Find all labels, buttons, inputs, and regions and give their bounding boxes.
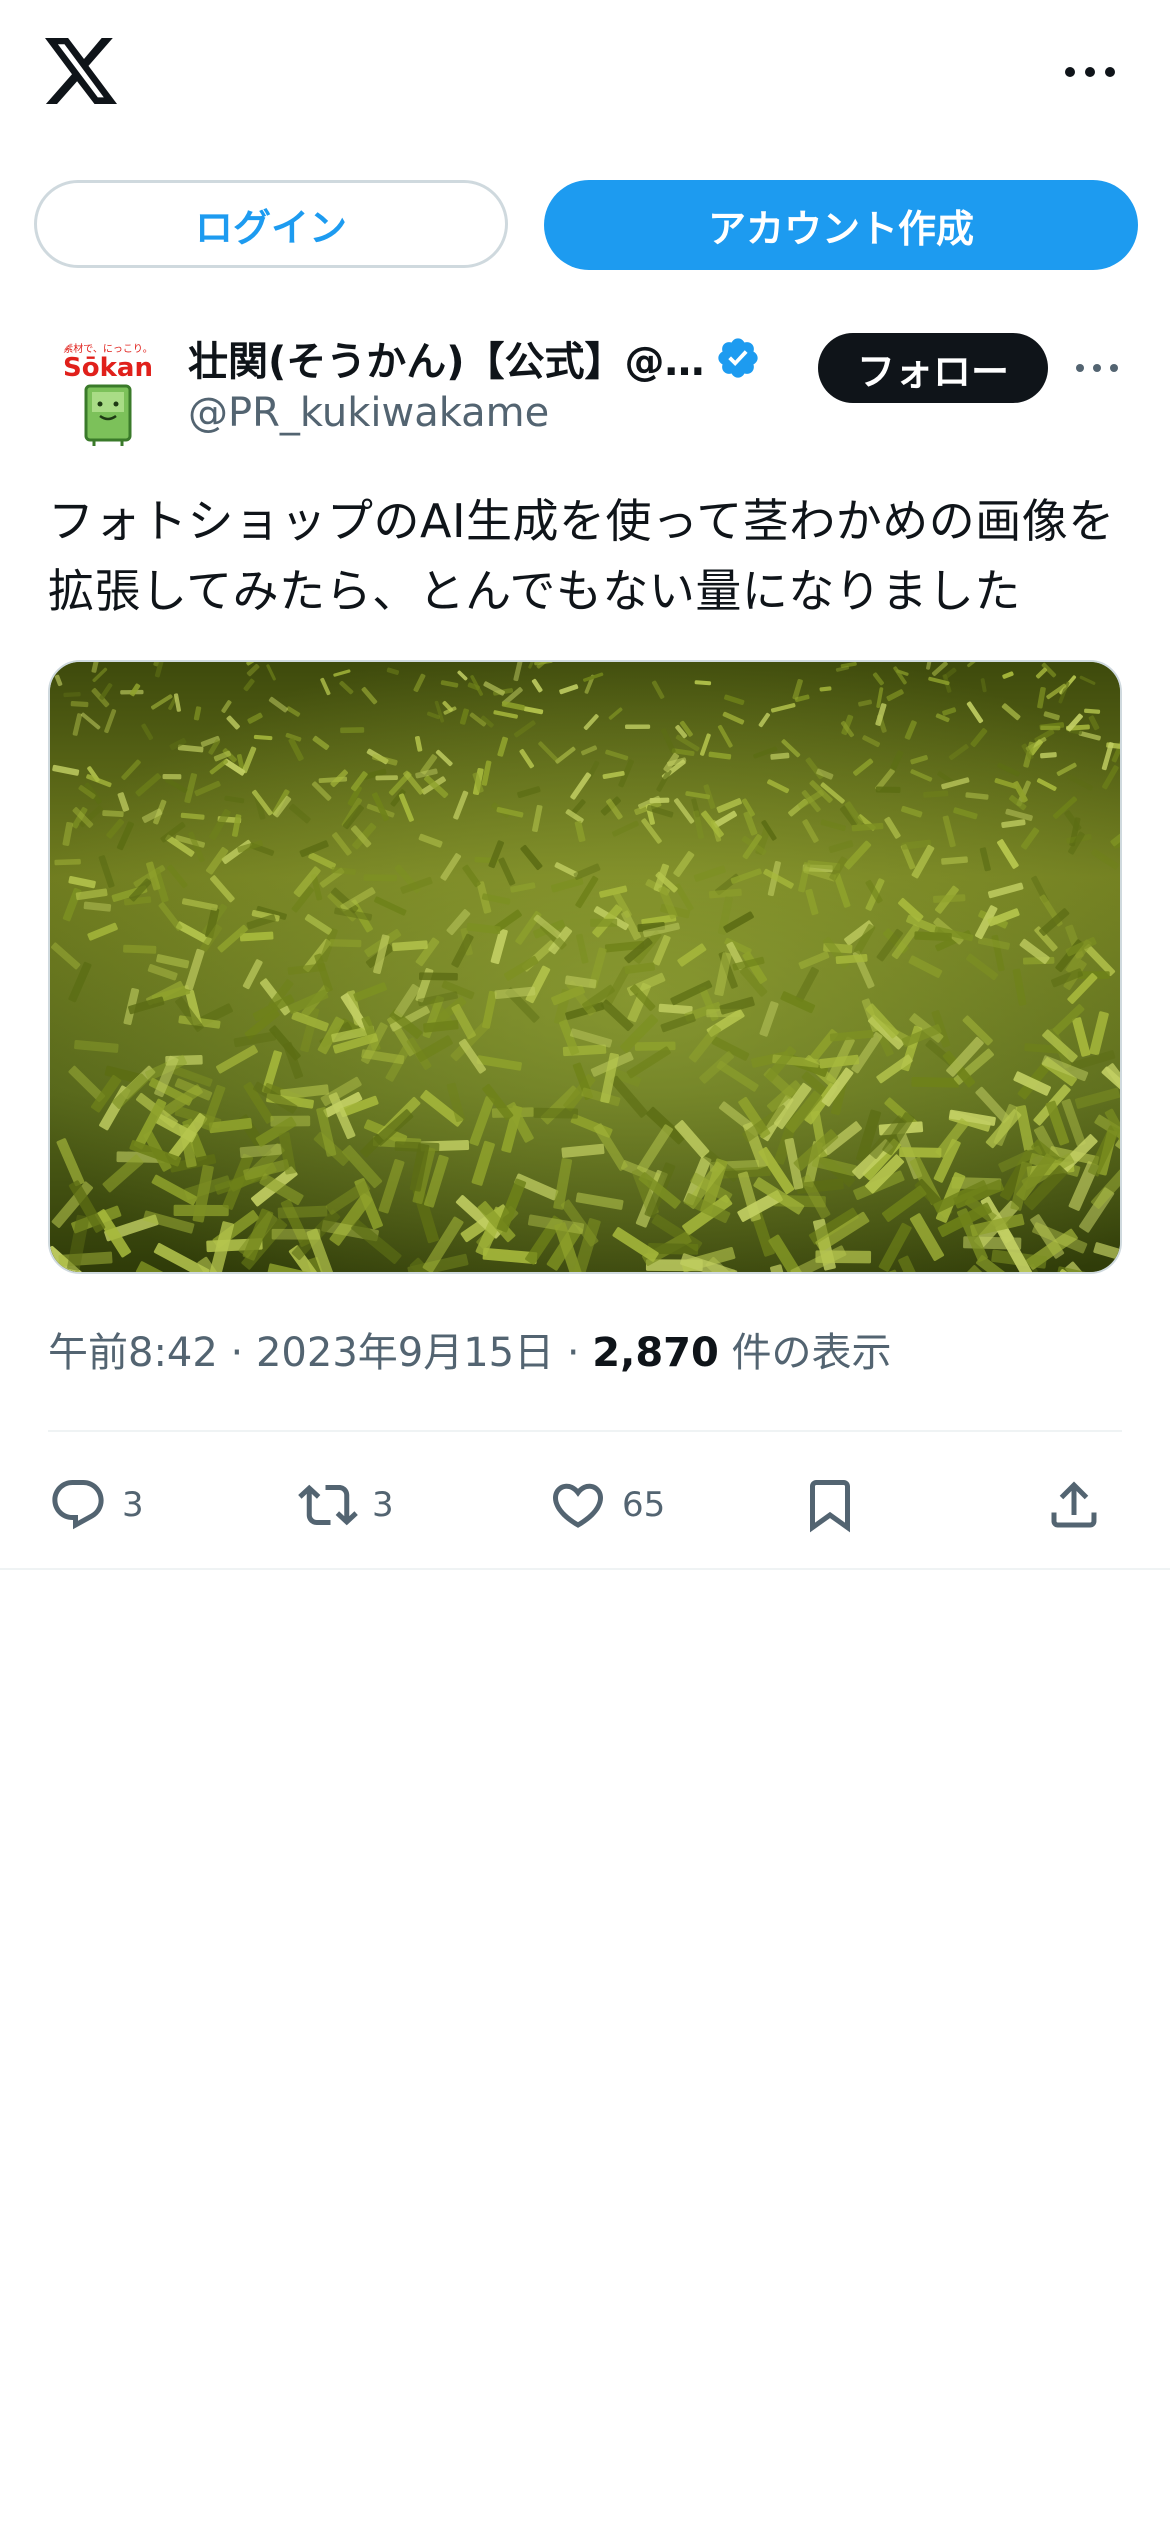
user-handle[interactable]: @PR_kukiwakame bbox=[188, 390, 549, 436]
x-logo-icon[interactable] bbox=[45, 38, 117, 104]
like-count: 65 bbox=[622, 1485, 666, 1525]
auth-row: ログイン アカウント作成 bbox=[34, 180, 1138, 270]
retweet-icon bbox=[298, 1484, 358, 1526]
reply-icon bbox=[52, 1480, 104, 1530]
tweet-actions: 3 3 65 bbox=[48, 1470, 1122, 1540]
tweet-text: フォトショップのAI生成を使って茎わかめの画像を拡張してみたら、とんでもない量に… bbox=[48, 494, 1115, 618]
retweet-button[interactable]: 3 bbox=[298, 1470, 394, 1540]
login-button[interactable]: ログイン bbox=[34, 180, 508, 268]
share-button[interactable] bbox=[1044, 1470, 1104, 1540]
more-horizontal-icon[interactable] bbox=[1072, 350, 1122, 386]
display-name[interactable]: 壮関(そうかん)【公式】@… bbox=[188, 329, 705, 387]
avatar[interactable]: 素材で、にっこり。 Sōkan bbox=[48, 330, 168, 450]
sokan-logo-icon: 素材で、にっこり。 Sōkan bbox=[63, 342, 153, 446]
meta-separator: · bbox=[230, 1330, 244, 1376]
top-bar bbox=[0, 0, 1170, 150]
seaweed-photo bbox=[50, 662, 1120, 1272]
more-horizontal-icon[interactable] bbox=[1060, 52, 1120, 92]
avatar-brand: Sōkan bbox=[63, 353, 153, 383]
meta-separator: · bbox=[566, 1330, 580, 1376]
bookmark-button[interactable] bbox=[800, 1470, 860, 1540]
tweet-time[interactable]: 午前8:42 bbox=[48, 1330, 218, 1376]
tweet-meta: 午前8:42 · 2023年9月15日 · 2,870 件の表示 bbox=[48, 1320, 892, 1378]
share-icon bbox=[1051, 1481, 1097, 1528]
name-row: 壮関(そうかん)【公式】@… bbox=[188, 328, 808, 388]
bookmark-icon bbox=[810, 1480, 850, 1533]
tweet-media-image[interactable] bbox=[48, 660, 1122, 1274]
views-label: 件の表示 bbox=[731, 1330, 892, 1376]
retweet-count: 3 bbox=[372, 1485, 394, 1525]
heart-icon bbox=[552, 1483, 604, 1528]
tweet-date[interactable]: 2023年9月15日 bbox=[256, 1330, 554, 1376]
divider bbox=[48, 1430, 1122, 1432]
reply-count: 3 bbox=[122, 1485, 144, 1525]
reply-button[interactable]: 3 bbox=[48, 1470, 144, 1540]
verified-badge-icon bbox=[717, 338, 758, 378]
views-count: 2,870 bbox=[592, 1330, 719, 1376]
like-button[interactable]: 65 bbox=[548, 1470, 665, 1540]
divider bbox=[0, 1568, 1170, 1570]
signup-button[interactable]: アカウント作成 bbox=[544, 180, 1138, 270]
follow-button[interactable]: フォロー bbox=[818, 333, 1048, 403]
